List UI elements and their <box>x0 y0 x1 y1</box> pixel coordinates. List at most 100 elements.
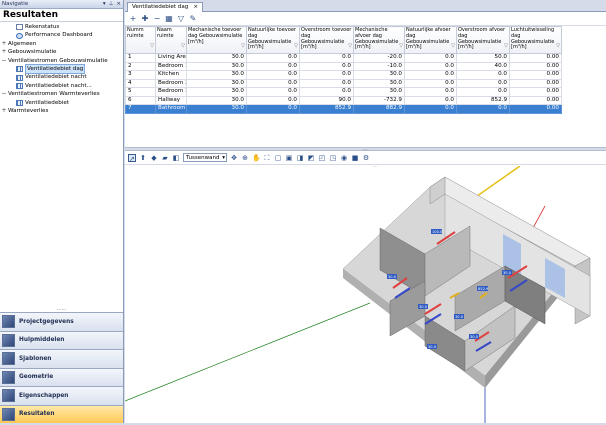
nav-button-geometrie[interactable]: Geometrie <box>0 367 123 386</box>
edit-icon[interactable]: ✎ <box>189 14 197 23</box>
table-cell[interactable]: 30.0 <box>186 78 247 88</box>
remove-row-icon[interactable]: − <box>153 14 161 23</box>
table-cell[interactable]: 0.0 <box>456 70 510 80</box>
table-layout-icon[interactable]: ▦ <box>165 14 173 23</box>
table-cell[interactable]: 0.0 <box>404 87 457 97</box>
column-header[interactable]: Natuurlijke afvoer dag Gebouwsimulatie [… <box>404 26 457 54</box>
table-cell[interactable]: 0.00 <box>509 53 562 63</box>
table-cell[interactable]: Bedroom 2 <box>155 78 187 88</box>
table-cell[interactable]: 30.0 <box>186 95 247 105</box>
table-cell[interactable]: 2 <box>125 61 156 71</box>
tree-item[interactable]: Ventilatiedebiet dag <box>0 63 123 75</box>
floor-icon[interactable]: ◧ <box>172 154 180 162</box>
layer-icon[interactable]: ◆ <box>150 154 158 162</box>
table-cell[interactable]: 852.9 <box>299 104 354 114</box>
column-header[interactable]: Overstroom afvoer dag Gebouwsimulatie [m… <box>456 26 510 54</box>
table-cell[interactable]: 4 <box>125 78 156 88</box>
column-header[interactable]: Luchtuitwisseling dag Gebouwsimulatie [m… <box>509 26 562 54</box>
pin-icon[interactable]: ⊥ <box>109 1 114 7</box>
table-cell[interactable]: 0.00 <box>509 95 562 105</box>
table-row[interactable]: 5 Bedroom 3 30.0 0.0 0.0 30.0 0.0 0.0 0.00 <box>125 87 562 97</box>
table-cell[interactable]: 852.9 <box>456 95 510 105</box>
table-cell[interactable]: 0.0 <box>456 87 510 97</box>
table-row[interactable]: 3 Kitchen 30.0 0.0 0.0 30.0 0.0 0.0 0.00 <box>125 70 562 80</box>
cube-iso-icon[interactable]: ◳ <box>329 154 337 162</box>
table-cell[interactable]: 0.0 <box>299 61 354 71</box>
table-cell[interactable]: 1 <box>125 53 156 63</box>
column-filter-icon[interactable]: ▽ <box>348 43 352 50</box>
column-header[interactable]: Mechanische toevoer dag Gebouwsimulatie … <box>186 26 247 54</box>
table-cell[interactable]: 0.0 <box>246 78 300 88</box>
table-cell[interactable]: 5 <box>125 87 156 97</box>
table-row[interactable]: 6 Hallway 30.0 0.0 90.0 -732.9 0.0 852.9 0.00 <box>125 95 562 105</box>
camera-icon[interactable]: ■ <box>351 154 359 162</box>
table-cell[interactable]: -20.0 <box>353 53 405 63</box>
tree-item[interactable]: + Gebouwsimulatie <box>0 48 123 56</box>
table-cell[interactable]: Living Area <box>155 53 187 63</box>
add-column-icon[interactable]: ✚ <box>141 14 149 23</box>
table-cell[interactable]: 0.00 <box>509 87 562 97</box>
tree-item[interactable]: + Algemeen <box>0 40 123 48</box>
table-row[interactable]: 4 Bedroom 2 30.0 0.0 0.0 30.0 0.0 0.0 0.00 <box>125 78 562 88</box>
cube-back-icon[interactable]: ▣ <box>285 154 293 162</box>
column-filter-icon[interactable]: ▽ <box>181 43 185 50</box>
column-header[interactable]: Natuurlijke toevoer dag Gebouwsimulatie … <box>246 26 300 54</box>
table-cell[interactable]: 30.0 <box>353 70 405 80</box>
table-cell[interactable]: 7 <box>125 104 156 114</box>
settings-icon[interactable]: ⚙ <box>362 154 370 162</box>
tree-item[interactable]: Ventilatiedebiet nacht <box>0 73 123 81</box>
table-cell[interactable]: 30.0 <box>186 70 247 80</box>
tree-item[interactable]: Performance Dashboard <box>0 31 123 39</box>
tree-item[interactable]: + Warmteverlies <box>0 107 123 115</box>
table-cell[interactable]: 0.0 <box>246 53 300 63</box>
tree-item[interactable]: Ventilatiedebiet <box>0 99 123 107</box>
table-cell[interactable]: 0.0 <box>246 87 300 97</box>
tree-item[interactable]: Ventilatiedebiet nacht... <box>0 82 123 90</box>
tree-item[interactable]: − Ventilatiestromen Warmteverlies <box>0 90 123 98</box>
move-icon[interactable]: ✥ <box>230 154 238 162</box>
pin-icon[interactable]: ⬆ <box>139 154 147 162</box>
table-cell[interactable]: 90.0 <box>299 95 354 105</box>
table-cell[interactable]: 30.0 <box>186 87 247 97</box>
column-header[interactable]: Numm ruimte ▽ <box>125 26 156 54</box>
nav-button-projectgegevens[interactable]: Projectgegevens <box>0 312 123 331</box>
table-cell[interactable]: 30.0 <box>186 53 247 63</box>
table-cell[interactable]: 0.0 <box>299 87 354 97</box>
close-icon[interactable]: × <box>116 1 121 7</box>
table-cell[interactable]: -10.0 <box>353 61 405 71</box>
cube-left-icon[interactable]: ◨ <box>296 154 304 162</box>
cube-right-icon[interactable]: ◩ <box>307 154 315 162</box>
column-filter-icon[interactable]: ▽ <box>556 43 560 50</box>
table-cell[interactable]: 0.0 <box>299 78 354 88</box>
expand-icon[interactable]: − <box>0 90 8 98</box>
table-cell[interactable]: 0.0 <box>246 104 300 114</box>
table-cell[interactable]: 40.0 <box>456 61 510 71</box>
table-cell[interactable]: 6 <box>125 95 156 105</box>
table-row[interactable]: 7 Bathroom 30.0 0.0 852.9 882.9 0.0 0.0 0.00 <box>125 104 562 114</box>
table-cell[interactable]: 0.0 <box>246 95 300 105</box>
cube-top-icon[interactable]: ◰ <box>318 154 326 162</box>
pan-icon[interactable]: ✋ <box>252 154 261 162</box>
column-filter-icon[interactable]: ▽ <box>504 43 508 50</box>
column-filter-icon[interactable]: ▽ <box>451 43 455 50</box>
table-cell[interactable]: 0.0 <box>246 70 300 80</box>
table-cell[interactable]: 0.0 <box>404 70 457 80</box>
expand-icon[interactable]: + <box>0 107 8 115</box>
nav-button-eigenschappen[interactable]: Eigenschappen <box>0 386 123 405</box>
table-cell[interactable]: 30.0 <box>186 104 247 114</box>
table-cell[interactable]: Bathroom <box>155 104 187 114</box>
table-cell[interactable]: -732.9 <box>353 95 405 105</box>
table-cell[interactable]: 0.0 <box>246 61 300 71</box>
table-cell[interactable]: Bedroom 1 <box>155 61 187 71</box>
table-cell[interactable]: 0.0 <box>404 78 457 88</box>
nav-button-resultaten[interactable]: Resultaten <box>0 404 123 423</box>
table-cell[interactable]: Bedroom 3 <box>155 87 187 97</box>
column-filter-icon[interactable]: ▽ <box>150 43 154 50</box>
table-cell[interactable]: 0.0 <box>299 53 354 63</box>
pointer-icon[interactable]: ➚ <box>128 153 136 163</box>
table-cell[interactable]: 3 <box>125 70 156 80</box>
dropdown-icon[interactable]: ▾ <box>103 1 106 7</box>
column-header[interactable]: Naam ruimte ▽ <box>155 26 187 54</box>
table-cell[interactable]: 882.9 <box>353 104 405 114</box>
expand-icon[interactable]: + <box>0 48 8 56</box>
